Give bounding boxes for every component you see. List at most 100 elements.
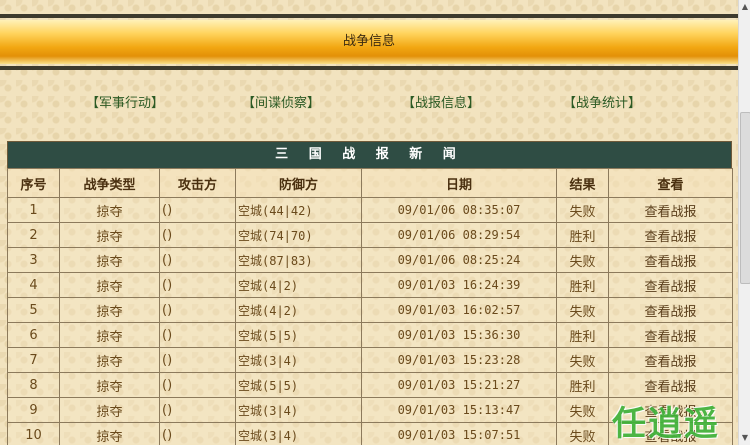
attacker-cell: () — [159, 422, 236, 445]
row-number-cell: 10 — [7, 422, 60, 445]
table-row: 2 掠夺() 空城(74|70) 09/01/06 08:29:54 胜利 查看战报 — [7, 222, 733, 248]
defender-cell: 空城(87|83) — [235, 247, 362, 273]
war-type-cell: 掠夺 — [59, 347, 160, 373]
title-band: 战争信息 — [0, 0, 738, 72]
nav-battle-report-link[interactable]: 【战报信息】 — [402, 92, 480, 111]
row-number-cell: 6 — [7, 322, 60, 348]
scroll-up-arrow-icon[interactable]: ▲ — [739, 0, 750, 14]
defender-cell: 空城(3|4) — [235, 422, 362, 445]
scrollbar-thumb[interactable] — [740, 112, 750, 284]
result-cell: 胜利 — [556, 222, 609, 248]
view-report-link[interactable]: 查看战报 — [608, 347, 733, 373]
nav-military-action-link[interactable]: 【军事行动】 — [86, 92, 164, 111]
table-caption: 三 国 战 报 新 闻 — [7, 141, 732, 168]
view-report-link[interactable]: 查看战报 — [608, 372, 733, 398]
result-cell: 胜利 — [556, 322, 609, 348]
table-row: 7 掠夺() 空城(3|4) 09/01/03 15:23:28 失败 查看战报 — [7, 347, 733, 373]
date-cell: 09/01/06 08:29:54 — [361, 222, 557, 248]
view-report-link[interactable]: 查看战报 — [608, 222, 733, 248]
column-header: 查看 — [608, 168, 733, 198]
column-header: 防御方 — [235, 168, 362, 198]
war-type-cell: 掠夺 — [59, 322, 160, 348]
attacker-cell: () — [159, 222, 236, 248]
row-number-cell: 9 — [7, 397, 60, 423]
attacker-cell: () — [159, 272, 236, 298]
view-report-link[interactable]: 查看战报 — [608, 197, 733, 223]
column-header: 战争类型 — [59, 168, 160, 198]
column-header: 攻击方 — [159, 168, 236, 198]
war-type-cell: 掠夺 — [59, 422, 160, 445]
row-number-cell: 1 — [7, 197, 60, 223]
column-header: 结果 — [556, 168, 609, 198]
table-header-row: 序号 战争类型 攻击方 防御方 日期 结果 查看 — [7, 168, 733, 198]
table-row: 3 掠夺() 空城(87|83) 09/01/06 08:25:24 失败 查看战报 — [7, 247, 733, 273]
date-cell: 09/01/03 15:13:47 — [361, 397, 557, 423]
page-title: 战争信息 — [342, 34, 395, 49]
result-cell: 失败 — [556, 197, 609, 223]
war-type-cell: 掠夺 — [59, 297, 160, 323]
row-number-cell: 3 — [7, 247, 60, 273]
view-report-link[interactable]: 查看战报 — [608, 297, 733, 323]
column-header: 序号 — [7, 168, 60, 198]
result-cell: 失败 — [556, 247, 609, 273]
table-row: 4 掠夺() 空城(4|2) 09/01/03 16:24:39 胜利 查看战报 — [7, 272, 733, 298]
view-report-link[interactable]: 查看战报 — [608, 272, 733, 298]
result-cell: 胜利 — [556, 372, 609, 398]
table-row: 1 掠夺() 空城(44|42) 09/01/06 08:35:07 失败 查看战报 — [7, 197, 733, 223]
war-type-cell: 掠夺 — [59, 247, 160, 273]
view-report-link[interactable]: 查看战报 — [608, 322, 733, 348]
result-cell: 失败 — [556, 422, 609, 445]
war-type-cell: 掠夺 — [59, 372, 160, 398]
defender-cell: 空城(4|2) — [235, 297, 362, 323]
column-header: 日期 — [361, 168, 557, 198]
defender-cell: 空城(3|4) — [235, 347, 362, 373]
row-number-cell: 8 — [7, 372, 60, 398]
date-cell: 09/01/03 16:02:57 — [361, 297, 557, 323]
defender-cell: 空城(74|70) — [235, 222, 362, 248]
table-row: 8 掠夺() 空城(5|5) 09/01/03 15:21:27 胜利 查看战报 — [7, 372, 733, 398]
result-cell: 失败 — [556, 397, 609, 423]
attacker-cell: () — [159, 297, 236, 323]
nav-spy-recon-link[interactable]: 【间谍侦察】 — [242, 92, 320, 111]
attacker-cell: () — [159, 322, 236, 348]
table-row: 5 掠夺() 空城(4|2) 09/01/03 16:02:57 失败 查看战报 — [7, 297, 733, 323]
scroll-down-arrow-icon[interactable]: ▼ — [739, 431, 750, 445]
attacker-cell: () — [159, 397, 236, 423]
nav-bar: 【军事行动】 【间谍侦察】 【战报信息】 【战争统计】 — [0, 92, 738, 112]
attacker-cell: () — [159, 372, 236, 398]
result-cell: 失败 — [556, 297, 609, 323]
band-top-border — [0, 14, 738, 18]
date-cell: 09/01/06 08:35:07 — [361, 197, 557, 223]
band-bottom-border — [0, 66, 738, 70]
defender-cell: 空城(5|5) — [235, 322, 362, 348]
vertical-scrollbar[interactable]: ▲ ▼ — [738, 0, 750, 445]
war-type-cell: 掠夺 — [59, 222, 160, 248]
row-number-cell: 7 — [7, 347, 60, 373]
row-number-cell: 5 — [7, 297, 60, 323]
row-number-cell: 2 — [7, 222, 60, 248]
attacker-cell: () — [159, 197, 236, 223]
date-cell: 09/01/06 08:25:24 — [361, 247, 557, 273]
defender-cell: 空城(5|5) — [235, 372, 362, 398]
date-cell: 09/01/03 15:21:27 — [361, 372, 557, 398]
defender-cell: 空城(44|42) — [235, 197, 362, 223]
date-cell: 09/01/03 15:23:28 — [361, 347, 557, 373]
nav-war-stats-link[interactable]: 【战争统计】 — [563, 92, 641, 111]
attacker-cell: () — [159, 247, 236, 273]
result-cell: 胜利 — [556, 272, 609, 298]
attacker-cell: () — [159, 347, 236, 373]
defender-cell: 空城(3|4) — [235, 397, 362, 423]
war-type-cell: 掠夺 — [59, 272, 160, 298]
watermark-logo: 任逍遥 — [612, 404, 720, 444]
view-report-link[interactable]: 查看战报 — [608, 247, 733, 273]
result-cell: 失败 — [556, 347, 609, 373]
defender-cell: 空城(4|2) — [235, 272, 362, 298]
table-row: 6 掠夺() 空城(5|5) 09/01/03 15:36:30 胜利 查看战报 — [7, 322, 733, 348]
war-type-cell: 掠夺 — [59, 197, 160, 223]
date-cell: 09/01/03 15:07:51 — [361, 422, 557, 445]
date-cell: 09/01/03 15:36:30 — [361, 322, 557, 348]
war-type-cell: 掠夺 — [59, 397, 160, 423]
row-number-cell: 4 — [7, 272, 60, 298]
date-cell: 09/01/03 16:24:39 — [361, 272, 557, 298]
page: 战争信息 【军事行动】 【间谍侦察】 【战报信息】 【战争统计】 三 国 战 报… — [0, 0, 738, 445]
